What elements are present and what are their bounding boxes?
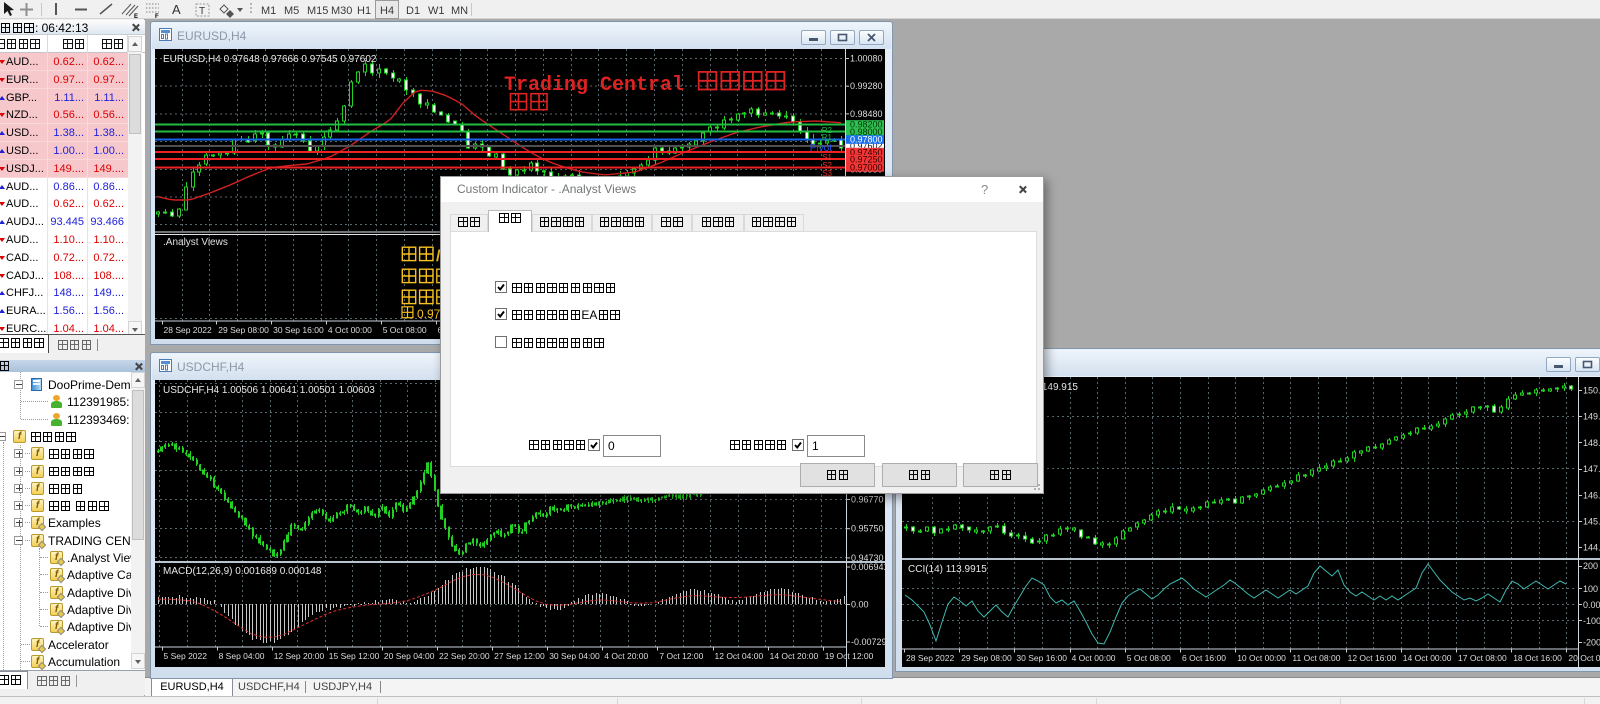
svg-text:30 Sep 16:00: 30 Sep 16:00	[1016, 653, 1067, 663]
svg-text:30 Sep 16:00: 30 Sep 16:00	[273, 325, 324, 335]
svg-text:1.00080: 1.00080	[850, 54, 883, 64]
svg-text:0.97000: 0.97000	[850, 163, 883, 173]
svg-text:M30: M30	[331, 5, 352, 17]
svg-text:M1: M1	[261, 5, 276, 17]
svg-text:0.97800: 0.97800	[850, 135, 883, 145]
svg-text:D1: D1	[406, 5, 420, 17]
svg-text:M5: M5	[284, 5, 299, 17]
svg-text:0.96770: 0.96770	[851, 495, 884, 505]
svg-text:5 Sep 2022: 5 Sep 2022	[164, 651, 208, 661]
svg-text:-100: -100	[1583, 616, 1600, 626]
svg-text:19 Oct 12:00: 19 Oct 12:00	[825, 651, 874, 661]
svg-text:W1: W1	[428, 5, 445, 17]
svg-text:100: 100	[1583, 584, 1598, 594]
svg-text:6 Oct 16:00: 6 Oct 16:00	[1182, 653, 1226, 663]
svg-text:EURUSD,H4 0.97648 0.97666 0.97: EURUSD,H4 0.97648 0.97666 0.97545 0.9760…	[163, 54, 377, 65]
svg-text:R1: R1	[822, 133, 833, 142]
svg-text:148.000: 148.000	[1583, 438, 1600, 448]
svg-text:27 Sep 12:00: 27 Sep 12:00	[494, 651, 545, 661]
svg-text:8 Sep 04:00: 8 Sep 04:00	[219, 651, 265, 661]
svg-text:30 Sep 04:00: 30 Sep 04:00	[549, 651, 600, 661]
svg-text:11 Oct 08:00: 11 Oct 08:00	[1292, 653, 1340, 663]
svg-text:144.000: 144.000	[1583, 543, 1600, 553]
svg-text:M15: M15	[307, 5, 328, 17]
svg-text:H1: H1	[357, 5, 371, 17]
svg-text:4 Oct 00:00: 4 Oct 00:00	[1072, 653, 1116, 663]
svg-text:12 Oct 04:00: 12 Oct 04:00	[715, 651, 764, 661]
svg-text:7 Oct 12:00: 7 Oct 12:00	[659, 651, 703, 661]
svg-text:12 Oct 16:00: 12 Oct 16:00	[1348, 653, 1397, 663]
svg-text:15 Sep 12:00: 15 Sep 12:00	[329, 651, 380, 661]
svg-text:28 Sep 2022: 28 Sep 2022	[164, 325, 212, 335]
svg-text:0.98480: 0.98480	[850, 109, 883, 119]
svg-text:H4: H4	[380, 5, 394, 17]
svg-text:28 Sep 2022: 28 Sep 2022	[906, 653, 954, 663]
svg-text:145.000: 145.000	[1583, 517, 1600, 527]
svg-text:20 Sep 04:00: 20 Sep 04:00	[384, 651, 435, 661]
svg-text:5 Oct 08:00: 5 Oct 08:00	[1127, 653, 1171, 663]
svg-text:17 Oct 08:00: 17 Oct 08:00	[1458, 653, 1507, 663]
svg-text:29 Sep 08:00: 29 Sep 08:00	[218, 325, 269, 335]
svg-text:18 Oct 16:00: 18 Oct 16:00	[1513, 653, 1562, 663]
svg-text:.Analyst Views: .Analyst Views	[163, 237, 228, 248]
svg-text:4 Oct 00:00: 4 Oct 00:00	[328, 325, 372, 335]
svg-text:4 Oct 20:00: 4 Oct 20:00	[604, 651, 648, 661]
svg-text:150.000: 150.000	[1583, 386, 1600, 396]
svg-text:12 Sep 20:00: 12 Sep 20:00	[274, 651, 325, 661]
svg-text:5 Oct 08:00: 5 Oct 08:00	[383, 325, 427, 335]
svg-text:29 Sep 08:00: 29 Sep 08:00	[961, 653, 1012, 663]
svg-text:10 Oct 00:00: 10 Oct 00:00	[1237, 653, 1286, 663]
svg-text:0.0000: 0.0000	[1583, 600, 1600, 610]
svg-text:USDCHF,H4 1.00506 1.00641 1.00: USDCHF,H4 1.00506 1.00641 1.00501 1.0060…	[163, 385, 375, 396]
svg-text:14 Oct 00:00: 14 Oct 00:00	[1403, 653, 1452, 663]
svg-text:20 Oct 00: 20 Oct 00	[1568, 653, 1600, 663]
svg-text:-0.007292: -0.007292	[851, 637, 885, 647]
svg-text:0.95750: 0.95750	[851, 524, 884, 534]
svg-text:-200: -200	[1583, 638, 1600, 648]
svg-text:14 Oct 20:00: 14 Oct 20:00	[770, 651, 819, 661]
svg-text:147.000: 147.000	[1583, 464, 1600, 474]
svg-text:22 Sep 20:00: 22 Sep 20:00	[439, 651, 490, 661]
svg-text:MN: MN	[451, 5, 468, 17]
svg-text:A: A	[172, 2, 181, 17]
svg-text:200: 200	[1583, 561, 1598, 571]
svg-text:T: T	[199, 6, 205, 17]
svg-text:MACD(12,26,9) 0.001689 0.00014: MACD(12,26,9) 0.001689 0.000148	[163, 566, 322, 577]
svg-text:0.006941: 0.006941	[851, 562, 885, 572]
svg-text:146.000: 146.000	[1583, 490, 1600, 500]
svg-text:0.00: 0.00	[851, 600, 869, 610]
svg-text:149.000: 149.000	[1583, 412, 1600, 422]
svg-text:CCI(14) 113.9915: CCI(14) 113.9915	[908, 564, 987, 575]
svg-text:0.99280: 0.99280	[850, 81, 883, 91]
